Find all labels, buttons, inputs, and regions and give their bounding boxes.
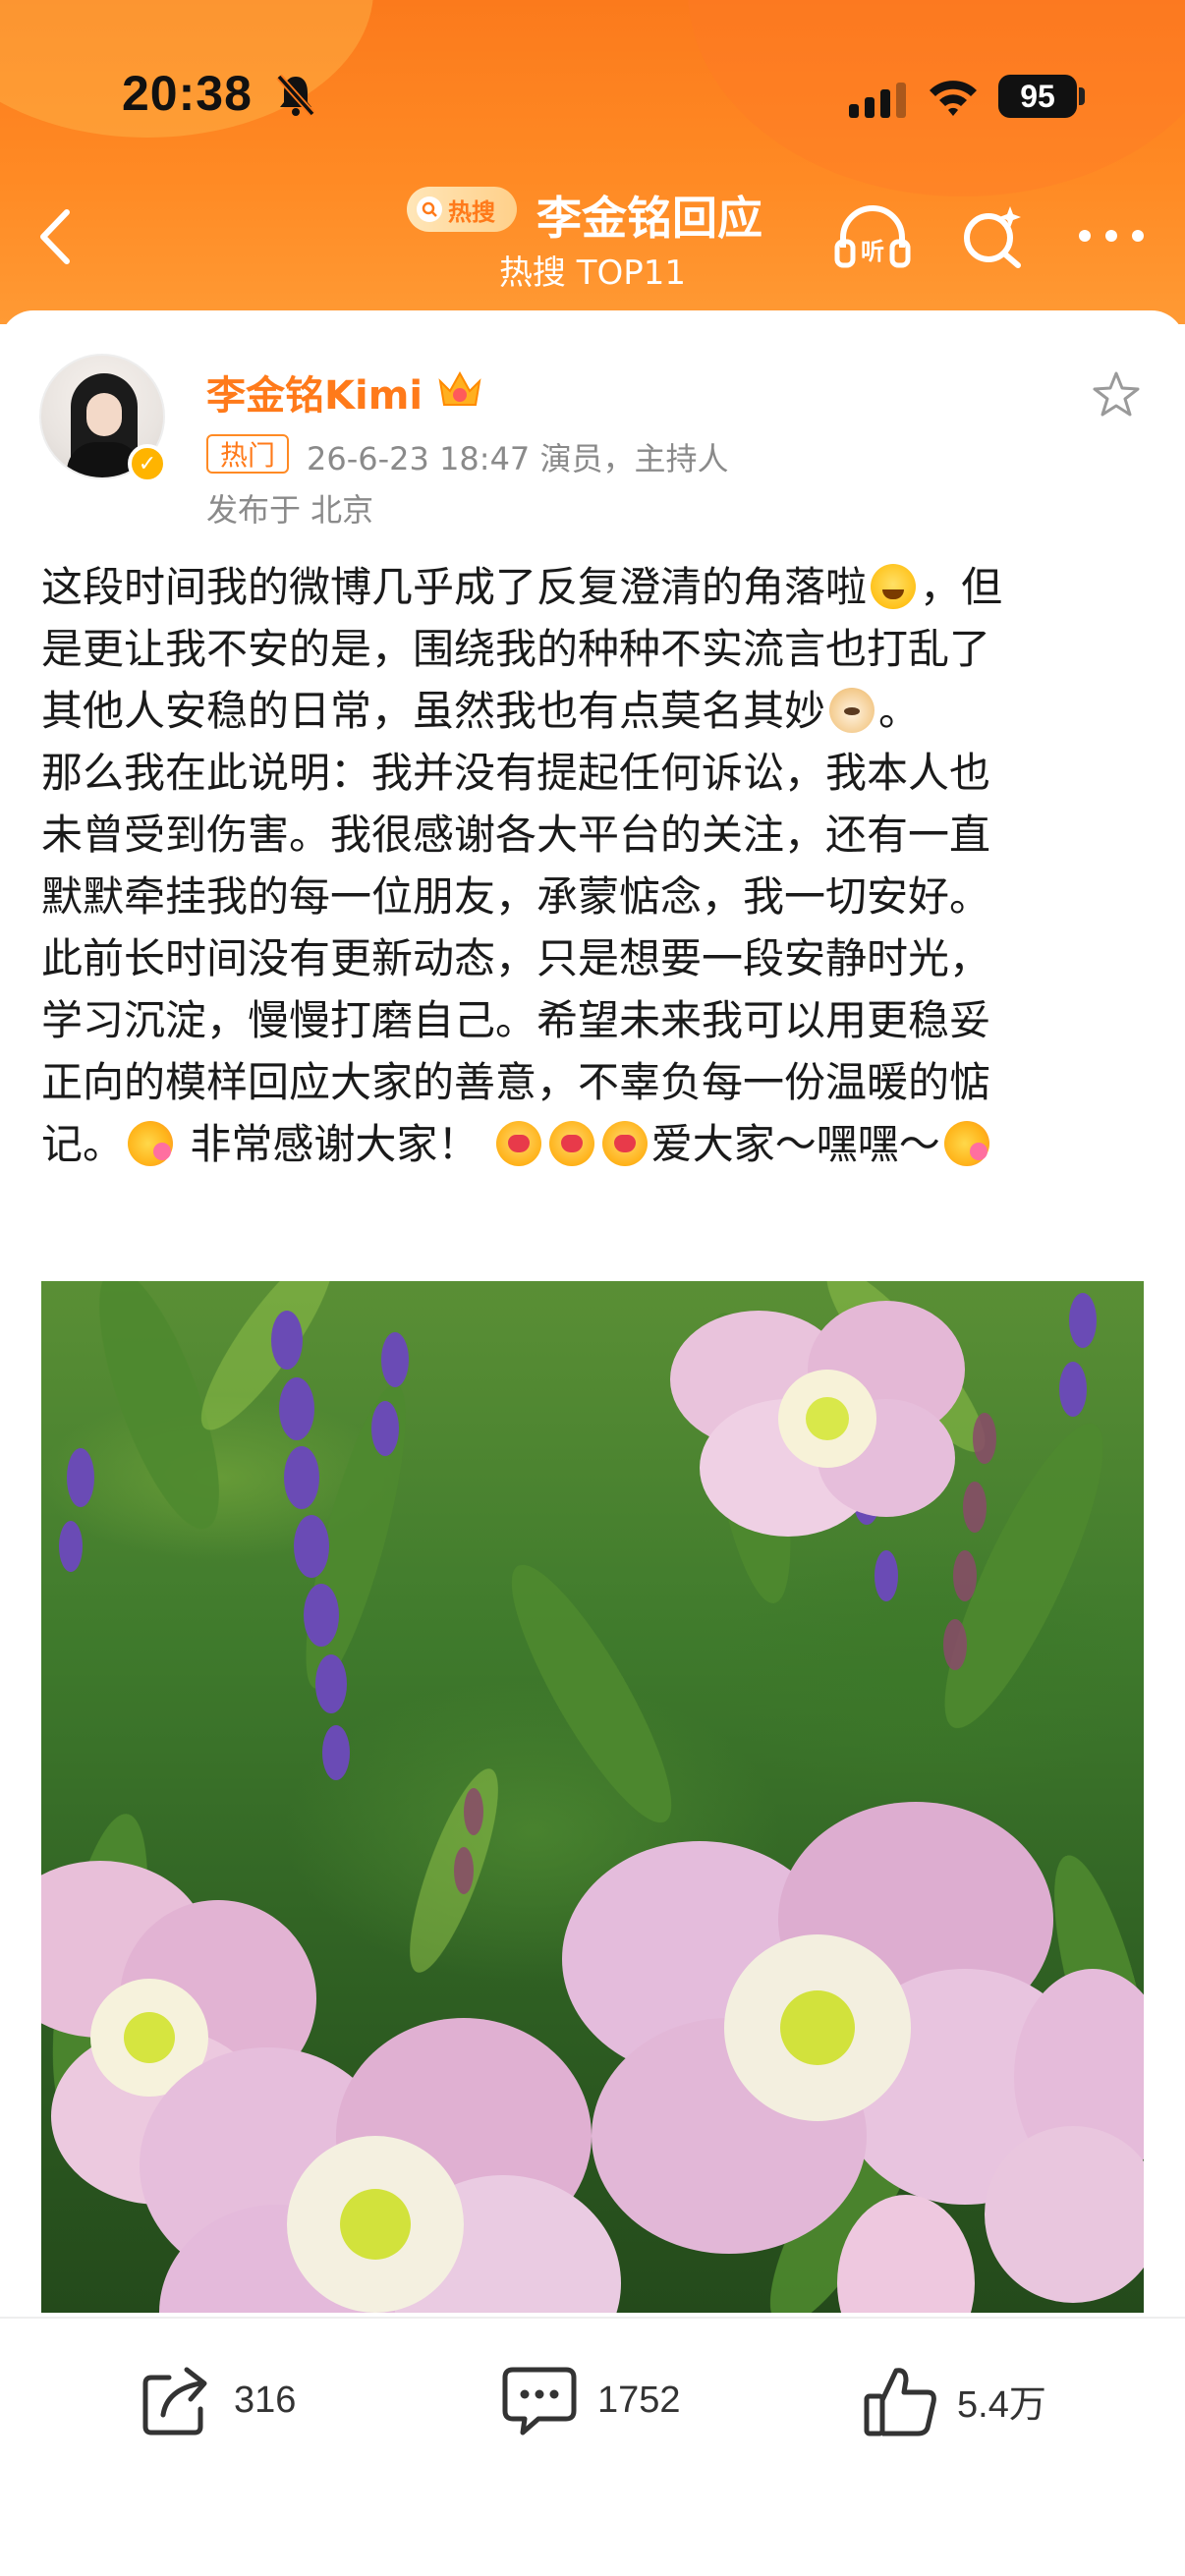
cellular-signal-icon	[849, 83, 906, 118]
flower-emoji-icon	[128, 1121, 174, 1166]
post-body-text: 其他人安稳的日常，虽然我也有点莫名其妙	[41, 687, 826, 735]
post-body-line: 是更让我不安的是，围绕我的种种不实流言也打乱了	[41, 618, 1152, 680]
post-author-name[interactable]: 李金铭Kimi	[206, 364, 423, 420]
post-body-line: 学习沉淀，慢慢打磨自己。希望未来我可以用更稳妥	[41, 989, 1152, 1051]
like-button[interactable]: 5.4万	[861, 2358, 1046, 2442]
action-bar	[0, 2317, 1185, 2576]
flowers-photo-illustration	[41, 1281, 1144, 2313]
post-body-text: 非常感谢大家！	[177, 1120, 492, 1168]
like-count: 5.4万	[957, 2383, 1046, 2426]
status-time: 20:38	[122, 66, 253, 121]
battery-level: 95	[998, 75, 1077, 118]
post-body-line: 这段时间我的微博几乎成了反复澄清的角落啦 ，但	[41, 556, 1152, 618]
share-count: 316	[234, 2379, 297, 2421]
post-body-text: 默默牵挂我的每一位朋友，承蒙惦念，我一切安好。	[41, 872, 991, 921]
post-body: 这段时间我的微博几乎成了反复澄清的角落啦 ，但是更让我不安的是，围绕我的种种不实流…	[41, 556, 1152, 1175]
ai-search-icon[interactable]	[959, 202, 1026, 269]
hot-search-label: 热搜	[448, 197, 495, 226]
svg-text:听: 听	[861, 238, 884, 265]
hot-tag: 热门	[206, 434, 289, 474]
post-body-line: 此前长时间没有更新动态，只是想要一段安静时光，	[41, 927, 1152, 989]
flower-emoji-icon	[943, 1121, 989, 1166]
post-body-text: 这段时间我的微博几乎成了反复澄清的角落啦	[41, 563, 868, 611]
love-emoji-icon	[495, 1121, 541, 1166]
page-title: 李金铭回应	[536, 192, 762, 245]
post-body-text: ，但	[920, 563, 1003, 611]
post-body-line: 未曾受到伤害。我很感谢各大平台的关注，还有一直	[41, 804, 1152, 866]
post-body-text: 记。	[41, 1120, 125, 1168]
comment-count: 1752	[597, 2379, 681, 2421]
hot-search-badge: 热搜	[407, 187, 517, 232]
laugh-emoji-icon	[871, 564, 917, 609]
post-body-line: 正向的模样回应大家的善意，不辜负每一份温暖的惦	[41, 1051, 1152, 1113]
post-body-text: 爱大家～嘿嘿～	[650, 1120, 940, 1168]
status-bar: 20:38 95	[0, 0, 1185, 187]
share-button[interactable]: 316	[140, 2358, 296, 2442]
more-dots-icon[interactable]	[1077, 224, 1146, 248]
battery-tip	[1079, 87, 1085, 105]
wifi-icon	[930, 81, 977, 116]
headphones-listen-icon[interactable]: 听	[833, 204, 912, 269]
love-emoji-icon	[548, 1121, 594, 1166]
post-body-text: 那么我在此说明：我并没有提起任何诉讼，我本人也	[41, 749, 991, 797]
post-body-text: 学习沉淀，慢慢打磨自己。希望未来我可以用更稳妥	[41, 996, 991, 1044]
post-body-text: 此前长时间没有更新动态，只是想要一段安静时光，	[41, 934, 991, 982]
post-body-text: 未曾受到伤害。我很感谢各大平台的关注，还有一直	[41, 811, 991, 859]
dog-emoji-icon	[829, 688, 875, 733]
bell-muted-icon	[276, 74, 315, 117]
post-body-line: 记。 非常感谢大家！ 爱大家～嘿嘿～	[41, 1113, 1152, 1175]
post-image[interactable]	[41, 1281, 1144, 2313]
top-header: 20:38 95 热搜 李金铭回应 热搜 TOP11 听	[0, 0, 1185, 324]
comment-icon	[502, 2367, 577, 2436]
share-icon	[142, 2367, 207, 2436]
post-body-text: 。	[878, 687, 921, 735]
post-body-text: 是更让我不安的是，围绕我的种种不实流言也打乱了	[41, 625, 991, 673]
search-icon	[417, 196, 442, 222]
thumbs-up-icon	[864, 2368, 936, 2436]
post-body-text: 正向的模样回应大家的善意，不辜负每一份温暖的惦	[41, 1058, 991, 1106]
post-meta: 26-6-23 18:47 演员，主持人	[307, 440, 729, 477]
post-location: 发布于 北京	[206, 491, 374, 529]
verified-badge-icon: ✓	[128, 444, 167, 483]
crown-badge-icon	[438, 370, 481, 406]
post-body-line: 其他人安稳的日常，虽然我也有点莫名其妙 。	[41, 680, 1152, 742]
favorite-star-icon[interactable]	[1091, 369, 1142, 420]
post-body-line: 那么我在此说明：我并没有提起任何诉讼，我本人也	[41, 742, 1152, 804]
comment-button[interactable]: 1752	[499, 2358, 681, 2442]
post-body-line: 默默牵挂我的每一位朋友，承蒙惦念，我一切安好。	[41, 866, 1152, 927]
love-emoji-icon	[601, 1121, 648, 1166]
